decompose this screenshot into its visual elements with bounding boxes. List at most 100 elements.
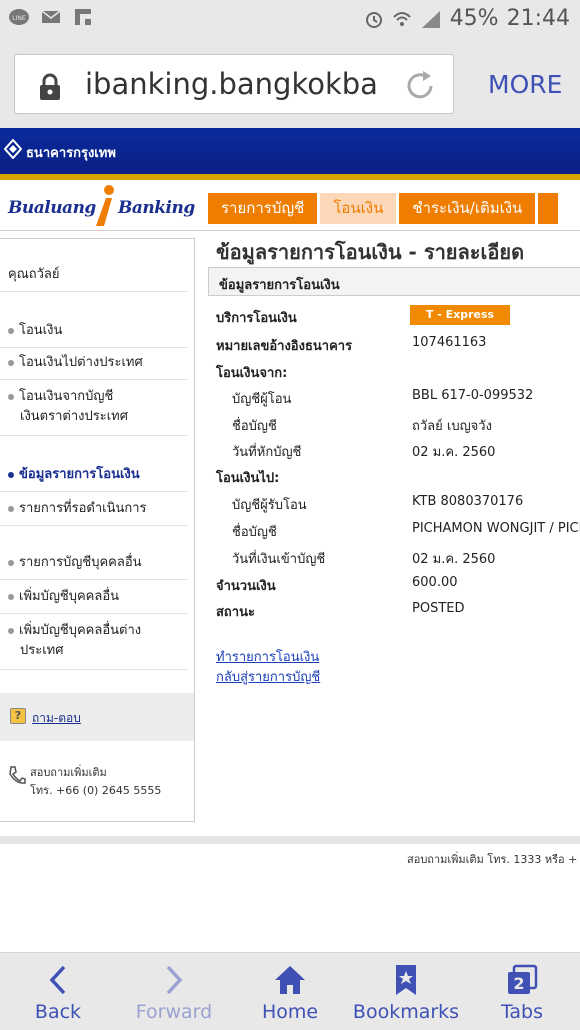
reference-value: 107461163	[412, 335, 487, 350]
tab-more[interactable]	[538, 193, 559, 224]
sidebar-item-other-accounts[interactable]: รายการบัญชีบุคคลอื่น	[8, 553, 190, 573]
tab-payment[interactable]: ชำระเงิน/เติมเงิน	[399, 193, 536, 224]
section-title: ข้อมูลรายการโอนเงิน	[219, 278, 340, 293]
sidebar-item-label: ข้อมูลรายการโอนเงิน	[19, 467, 140, 482]
url-text[interactable]: ibanking.bangkokba	[85, 67, 395, 101]
tab-accounts[interactable]: รายการบัญชี	[208, 193, 318, 224]
browser-toolbar: ibanking.bangkokba MORE	[0, 40, 580, 128]
divider	[0, 613, 188, 614]
sidebar-item-label: โอนเงิน	[19, 323, 63, 338]
status-value: POSTED	[412, 601, 465, 616]
phone-icon	[9, 766, 26, 784]
reload-icon[interactable]	[403, 69, 437, 103]
qa-box: ? ถาม-ตอบ	[0, 693, 194, 741]
divider	[0, 435, 188, 436]
sidebar-item-label-line2: เงินตราต่างประเทศ	[20, 409, 128, 424]
from-account-label: บัญชีผู้โอน	[232, 392, 292, 407]
tab-count: 2	[513, 974, 524, 993]
divider	[0, 230, 580, 231]
sidebar-item-pending[interactable]: รายการที่รอดำเนินการ	[8, 499, 190, 519]
tabs-icon: 2	[508, 964, 538, 994]
divider	[0, 379, 188, 380]
home-icon	[275, 966, 305, 994]
question-icon: ?	[10, 708, 26, 724]
bullet-icon	[8, 559, 14, 566]
divider	[0, 491, 188, 492]
tab-transfer[interactable]: โอนเงิน	[320, 193, 397, 224]
bualuang-ibanking-logo[interactable]: Bualuang Banking	[6, 184, 196, 230]
credit-date-label: วันที่เงินเข้าบัญชี	[232, 552, 326, 567]
tabs-button[interactable]: 2 Tabs	[464, 953, 580, 1030]
sidebar-item-label: รายการบัญชีบุคคลอื่น	[19, 555, 142, 570]
flipboard-icon	[75, 9, 91, 25]
url-bar[interactable]: ibanking.bangkokba	[14, 54, 454, 114]
amount-label: จำนวนเงิน	[216, 579, 276, 594]
amount-value: 600.00	[412, 575, 458, 590]
contact-label: สอบถามเพิ่มเติม	[30, 766, 107, 779]
sidebar-item-transfer[interactable]: โอนเงิน	[8, 321, 190, 341]
new-transfer-link[interactable]: ทำรายการโอนเงิน	[216, 646, 319, 667]
bookmarks-label: Bookmarks	[352, 1001, 460, 1023]
more-button[interactable]: MORE	[488, 70, 562, 99]
sidebar: คุณถวัลย์ โอนเงิน โอนเงินไปต่างประเทศ โอ…	[0, 238, 195, 822]
status-label: สถานะ	[216, 605, 255, 620]
wifi-icon	[392, 11, 411, 26]
to-heading: โอนเงินไป:	[216, 471, 280, 486]
mail-icon	[41, 10, 61, 23]
divider	[0, 579, 188, 580]
bullet-icon	[8, 471, 14, 478]
sidebar-item-label: โอนเงินจากบัญชี	[19, 389, 114, 404]
system-status: 45% 21:44	[364, 6, 570, 31]
sidebar-item-transfer-info[interactable]: ข้อมูลรายการโอนเงิน	[8, 465, 190, 485]
back-label: Back	[34, 1001, 82, 1023]
sidebar-item-overseas-transfer[interactable]: โอนเงินไปต่างประเทศ	[8, 353, 190, 373]
brand-right-text: Banking	[118, 198, 195, 218]
contact-phone: โทร. +66 (0) 2645 5555	[30, 784, 162, 797]
sidebar-item-fcd-transfer[interactable]: โอนเงินจากบัญชีเงินตราต่างประเทศ	[8, 387, 190, 427]
bank-logo-icon	[4, 139, 22, 159]
back-icon	[49, 965, 66, 995]
bullet-icon	[8, 627, 14, 634]
bullet-icon	[8, 327, 14, 334]
sidebar-item-label: โอนเงินไปต่างประเทศ	[19, 355, 143, 370]
section-header: ข้อมูลรายการโอนเงิน	[208, 267, 580, 296]
home-button[interactable]: Home	[232, 953, 348, 1030]
header-accent-line	[0, 174, 580, 180]
bookmarks-button[interactable]: Bookmarks	[348, 953, 464, 1030]
sidebar-item-label: เพิ่มบัญชีบุคคลอื่น	[19, 589, 120, 604]
tabs-label: Tabs	[500, 1001, 544, 1023]
forward-icon	[166, 965, 183, 995]
page-title: ข้อมูลรายการโอนเงิน - รายละเอียด	[216, 240, 525, 264]
service-badge: T - Express	[410, 305, 510, 325]
forward-label: Forward	[135, 1001, 213, 1023]
line-app-icon: LINE	[9, 9, 29, 25]
sidebar-item-add-other-account[interactable]: เพิ่มบัญชีบุคคลอื่น	[8, 587, 190, 607]
bullet-icon	[8, 593, 14, 600]
from-name-value: ถวัลย์ เบญจวัง	[412, 419, 492, 434]
svg-text:LINE: LINE	[12, 15, 26, 22]
notification-icons: LINE	[8, 8, 94, 26]
status-bar: LINE 45% 21:44	[0, 0, 580, 40]
brand-left-text: Bualuang	[8, 198, 96, 218]
bank-header: ธนาคารกรุงเทพ	[0, 128, 580, 174]
back-to-accounts-link[interactable]: กลับสู่รายการบัญชี	[216, 666, 320, 687]
bullet-icon	[8, 393, 14, 400]
qa-link[interactable]: ถาม-ตอบ	[32, 709, 81, 728]
back-button[interactable]: Back	[0, 953, 116, 1030]
browser-bottom-nav: Back Forward Home Bookmarks 2 Tabs	[0, 952, 580, 1030]
bullet-icon	[8, 359, 14, 366]
service-label: บริการโอนเงิน	[216, 311, 297, 326]
user-name: คุณถวัลย์	[8, 267, 60, 282]
signal-icon	[421, 10, 440, 28]
sidebar-item-add-overseas-account[interactable]: เพิ่มบัญชีบุคคลอื่นต่าง ประเทศ	[8, 621, 190, 661]
forward-button[interactable]: Forward	[116, 953, 232, 1030]
battery-level: 45%	[449, 6, 499, 31]
credit-date-value: 02 ม.ค. 2560	[412, 552, 496, 567]
footer-divider	[0, 836, 580, 844]
clock: 21:44	[506, 6, 570, 31]
brand-i-icon	[96, 185, 114, 226]
divider	[0, 669, 188, 670]
from-heading: โอนเงินจาก:	[216, 366, 288, 381]
to-name-label: ชื่อบัญชี	[232, 525, 277, 540]
sidebar-item-label-line2: ประเทศ	[20, 643, 64, 658]
